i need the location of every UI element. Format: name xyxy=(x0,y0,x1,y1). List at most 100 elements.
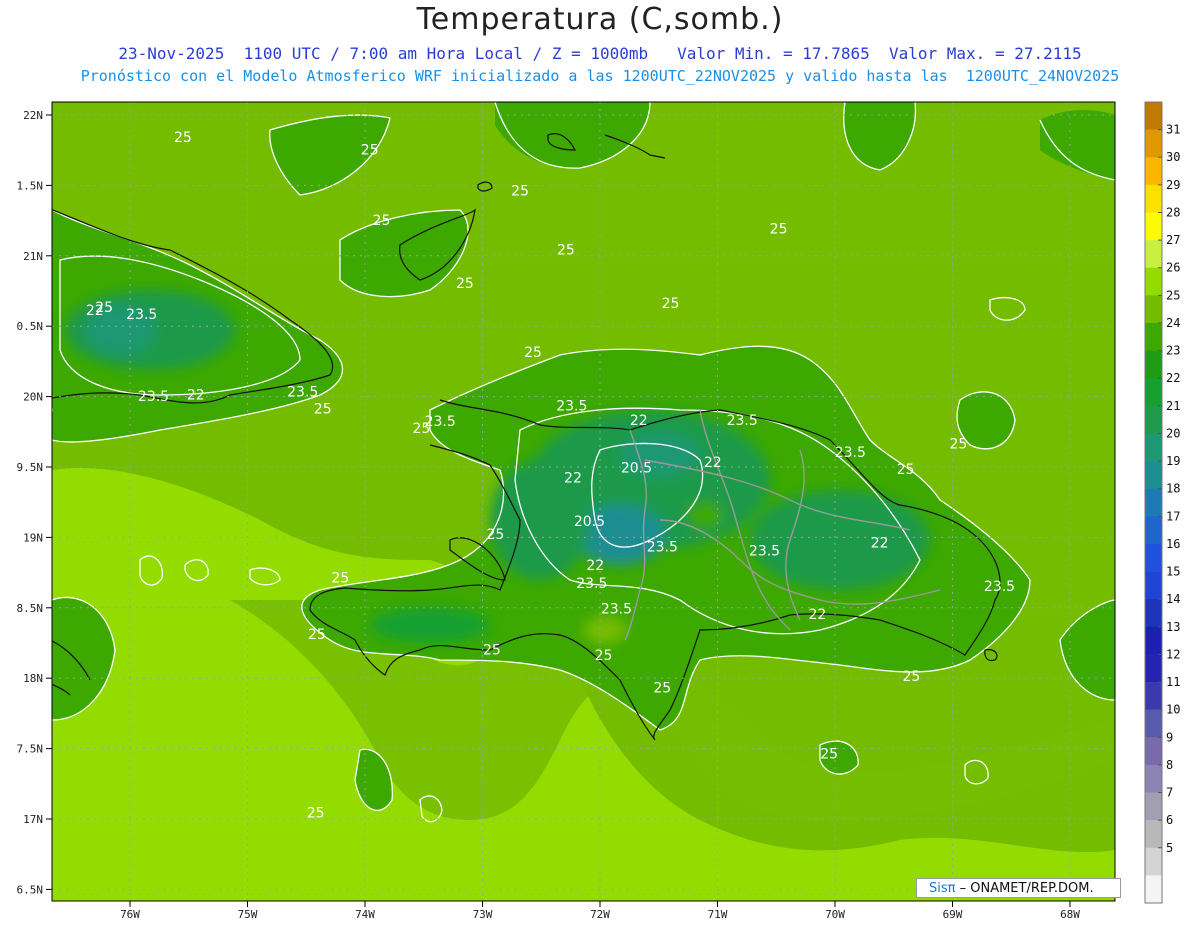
color-bar-swatch xyxy=(1145,461,1162,489)
lon-tick-label: 71W xyxy=(708,908,728,921)
credit-box: Sisπ – ONAMET/REP.DOM. xyxy=(916,878,1121,898)
lat-tick-label: 20N xyxy=(23,391,43,404)
color-bar-label: 18 xyxy=(1166,482,1180,496)
contour-label: 25 xyxy=(902,669,920,685)
color-bar-swatch xyxy=(1145,626,1162,655)
color-bar-label: 31 xyxy=(1166,123,1180,137)
contour-label: 20.5 xyxy=(621,461,652,477)
contour-label: 25 xyxy=(361,142,379,158)
lon-tick-label: 72W xyxy=(590,908,610,921)
contour-label: 25 xyxy=(373,213,391,229)
contour-label: 23.5 xyxy=(984,579,1015,595)
color-bar-label: 30 xyxy=(1166,150,1180,164)
color-bar-swatch xyxy=(1145,820,1162,849)
color-bar-swatch xyxy=(1145,350,1162,379)
lon-tick-label: 76W xyxy=(120,908,140,921)
color-bar-label: 11 xyxy=(1166,675,1180,689)
lon-tick-label: 70W xyxy=(825,908,845,921)
lat-tick-label: 17N xyxy=(23,813,43,826)
contour-label: 25 xyxy=(662,296,680,312)
lon-tick-label: 75W xyxy=(238,908,258,921)
color-bar-label: 5 xyxy=(1166,841,1173,855)
color-bar-label: 20 xyxy=(1166,426,1180,440)
lat-tick-label: 19N xyxy=(23,531,43,544)
contour-label: 23.5 xyxy=(138,389,169,405)
contour-label: 25 xyxy=(487,527,505,543)
color-bar-label: 26 xyxy=(1166,261,1180,275)
color-bar-label: 21 xyxy=(1166,399,1180,413)
contour-label: 23.5 xyxy=(576,576,607,592)
color-bar-swatch xyxy=(1145,599,1162,628)
lat-tick-label: 1.5N xyxy=(17,179,44,192)
contour-label: 22 xyxy=(630,413,648,429)
contour-label: 25 xyxy=(653,680,671,696)
color-bar-swatch xyxy=(1145,709,1162,738)
color-bar-label: 19 xyxy=(1166,454,1180,468)
lon-tick-label: 73W xyxy=(473,908,493,921)
color-bar-label: 13 xyxy=(1166,620,1180,634)
lat-tick-label: 22N xyxy=(23,109,43,122)
contour-label: 20.5 xyxy=(574,514,605,530)
map-plot-area: 25 25 25 25 25 25 25 25 22 23.5 25 25 23.5 22 23.5 25 25… xyxy=(52,102,1115,901)
contour-label: 25 xyxy=(511,183,529,199)
contour-label: 22 xyxy=(704,455,722,471)
color-bar-swatch xyxy=(1145,654,1162,683)
contour-label: 23.5 xyxy=(727,413,758,429)
color-bar-swatch xyxy=(1145,157,1162,186)
color-bar-label: 8 xyxy=(1166,758,1173,772)
lon-tick-label: 68W xyxy=(1060,908,1080,921)
color-bar-swatch xyxy=(1145,129,1162,158)
contour-label: 25 xyxy=(483,642,501,658)
color-bar-label: 25 xyxy=(1166,288,1180,302)
contour-label: 23.5 xyxy=(556,399,587,415)
contour-label: 22 xyxy=(564,470,582,486)
contour-label: 23.5 xyxy=(601,601,632,617)
contour-label: 23.5 xyxy=(647,539,678,555)
contour-label: 22 xyxy=(871,535,889,551)
lon-tick-label: 74W xyxy=(355,908,375,921)
color-bar-swatch xyxy=(1145,240,1162,269)
color-bar-swatch xyxy=(1145,682,1162,710)
lat-tick-label: 0.5N xyxy=(17,320,44,333)
credit-logo: Sisπ xyxy=(929,881,956,896)
color-bar-swatch xyxy=(1145,543,1162,572)
color-bar-label: 16 xyxy=(1166,537,1180,551)
color-bar-label: 14 xyxy=(1166,592,1180,606)
lat-tick-label: 21N xyxy=(23,250,43,263)
contour-label: 25 xyxy=(412,421,430,437)
color-bar-swatch xyxy=(1145,847,1162,876)
color-bar-label: 7 xyxy=(1166,786,1173,800)
lat-tick-label: 8.5N xyxy=(17,602,44,615)
contour-label: 22 xyxy=(586,558,604,574)
contour-label: 25 xyxy=(820,746,838,762)
color-bar-swatch xyxy=(1145,516,1162,545)
color-bar-label: 12 xyxy=(1166,647,1180,661)
color-bar-swatch xyxy=(1145,764,1162,793)
latitude-axis: 22N 1.5N 21N 0.5N 20N 9.5N 19N 8.5N 18N 7.5N 17N 6.… xyxy=(17,109,52,896)
color-bar-swatch xyxy=(1145,378,1162,407)
color-bar-swatch xyxy=(1145,405,1162,434)
color-bar-swatch xyxy=(1145,212,1162,241)
color-bar-swatch xyxy=(1145,184,1162,213)
contour-label: 23.5 xyxy=(126,307,157,323)
color-bar-label: 24 xyxy=(1166,316,1180,330)
contour-label: 25 xyxy=(770,221,788,237)
color-bar-label: 22 xyxy=(1166,371,1180,385)
color-bar-label: 27 xyxy=(1166,233,1180,247)
color-bar-swatch xyxy=(1145,295,1162,324)
contour-label: 25 xyxy=(524,345,542,361)
color-bar-swatch xyxy=(1145,737,1162,766)
contour-label: 23.5 xyxy=(287,385,318,401)
color-bar-label: 29 xyxy=(1166,178,1180,192)
color-bar-swatch xyxy=(1145,102,1162,130)
color-bar-label: 10 xyxy=(1166,703,1180,717)
lat-tick-label: 18N xyxy=(23,672,43,685)
contour-label: 22 xyxy=(808,607,826,623)
contour-label: 22 xyxy=(86,303,104,319)
contour-label: 25 xyxy=(949,437,967,453)
lon-tick-label: 69W xyxy=(943,908,963,921)
color-bar-label: 15 xyxy=(1166,565,1180,579)
temperature-map: 25 25 25 25 25 25 25 25 22 23.5 25 25 23.5 22 23.5 25 25… xyxy=(17,101,1180,921)
color-bar-label: 28 xyxy=(1166,205,1180,219)
longitude-axis: 76W 75W 74W 73W 72W 71W 70W 69W 68W xyxy=(120,901,1080,921)
